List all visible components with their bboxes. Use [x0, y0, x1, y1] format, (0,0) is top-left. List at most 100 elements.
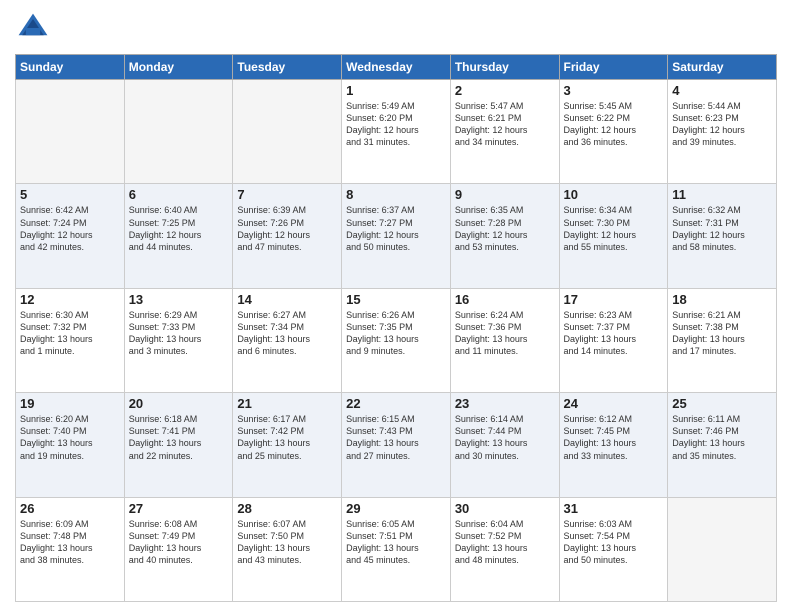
week-row-5: 26 Sunrise: 6:09 AM Sunset: 7:48 PM Dayli…	[16, 497, 777, 601]
weekday-sunday: Sunday	[16, 55, 125, 80]
day-number: 16	[455, 292, 555, 307]
day-info: Sunrise: 6:35 AM Sunset: 7:28 PM Dayligh…	[455, 204, 555, 253]
day-cell: 12 Sunrise: 6:30 AM Sunset: 7:32 PM Dayli…	[16, 288, 125, 392]
day-cell: 4 Sunrise: 5:44 AM Sunset: 6:23 PM Daylig…	[668, 80, 777, 184]
weekday-wednesday: Wednesday	[342, 55, 451, 80]
day-number: 8	[346, 187, 446, 202]
logo-icon	[15, 10, 51, 46]
day-number: 17	[564, 292, 664, 307]
day-number: 24	[564, 396, 664, 411]
day-number: 14	[237, 292, 337, 307]
day-info: Sunrise: 6:20 AM Sunset: 7:40 PM Dayligh…	[20, 413, 120, 462]
day-info: Sunrise: 6:03 AM Sunset: 7:54 PM Dayligh…	[564, 518, 664, 567]
logo	[15, 10, 55, 46]
day-info: Sunrise: 6:27 AM Sunset: 7:34 PM Dayligh…	[237, 309, 337, 358]
day-cell: 24 Sunrise: 6:12 AM Sunset: 7:45 PM Dayli…	[559, 393, 668, 497]
day-number: 28	[237, 501, 337, 516]
week-row-2: 5 Sunrise: 6:42 AM Sunset: 7:24 PM Daylig…	[16, 184, 777, 288]
weekday-monday: Monday	[124, 55, 233, 80]
day-info: Sunrise: 6:18 AM Sunset: 7:41 PM Dayligh…	[129, 413, 229, 462]
day-cell: 14 Sunrise: 6:27 AM Sunset: 7:34 PM Dayli…	[233, 288, 342, 392]
day-cell: 10 Sunrise: 6:34 AM Sunset: 7:30 PM Dayli…	[559, 184, 668, 288]
day-cell: 21 Sunrise: 6:17 AM Sunset: 7:42 PM Dayli…	[233, 393, 342, 497]
day-info: Sunrise: 6:15 AM Sunset: 7:43 PM Dayligh…	[346, 413, 446, 462]
day-cell: 26 Sunrise: 6:09 AM Sunset: 7:48 PM Dayli…	[16, 497, 125, 601]
day-number: 10	[564, 187, 664, 202]
page: SundayMondayTuesdayWednesdayThursdayFrid…	[0, 0, 792, 612]
day-cell: 19 Sunrise: 6:20 AM Sunset: 7:40 PM Dayli…	[16, 393, 125, 497]
day-cell: 29Sunrise: 6:05 AM Sunset: 7:51 PM Dayli…	[342, 497, 451, 601]
weekday-tuesday: Tuesday	[233, 55, 342, 80]
day-info: Sunrise: 6:39 AM Sunset: 7:26 PM Dayligh…	[237, 204, 337, 253]
day-number: 2	[455, 83, 555, 98]
day-number: 19	[20, 396, 120, 411]
day-number: 3	[564, 83, 664, 98]
day-number: 11	[672, 187, 772, 202]
day-info: Sunrise: 6:29 AM Sunset: 7:33 PM Dayligh…	[129, 309, 229, 358]
day-cell: 25 Sunrise: 6:11 AM Sunset: 7:46 PM Dayli…	[668, 393, 777, 497]
day-number: 26	[20, 501, 120, 516]
day-number: 27	[129, 501, 229, 516]
day-cell: 28 Sunrise: 6:07 AM Sunset: 7:50 PM Dayli…	[233, 497, 342, 601]
day-info: Sunrise: 5:47 AM Sunset: 6:21 PM Dayligh…	[455, 100, 555, 149]
day-number: 30	[455, 501, 555, 516]
day-cell: 9Sunrise: 6:35 AM Sunset: 7:28 PM Daylig…	[450, 184, 559, 288]
day-cell: 16 Sunrise: 6:24 AM Sunset: 7:36 PM Dayli…	[450, 288, 559, 392]
day-number: 13	[129, 292, 229, 307]
day-info: Sunrise: 6:34 AM Sunset: 7:30 PM Dayligh…	[564, 204, 664, 253]
day-number: 21	[237, 396, 337, 411]
day-number: 25	[672, 396, 772, 411]
day-number: 7	[237, 187, 337, 202]
day-info: Sunrise: 5:44 AM Sunset: 6:23 PM Dayligh…	[672, 100, 772, 149]
weekday-saturday: Saturday	[668, 55, 777, 80]
day-cell: 30 Sunrise: 6:04 AM Sunset: 7:52 PM Dayli…	[450, 497, 559, 601]
day-cell	[233, 80, 342, 184]
day-cell: 23Sunrise: 6:14 AM Sunset: 7:44 PM Dayli…	[450, 393, 559, 497]
day-number: 20	[129, 396, 229, 411]
day-number: 31	[564, 501, 664, 516]
day-number: 12	[20, 292, 120, 307]
day-number: 6	[129, 187, 229, 202]
day-info: Sunrise: 6:26 AM Sunset: 7:35 PM Dayligh…	[346, 309, 446, 358]
day-info: Sunrise: 6:08 AM Sunset: 7:49 PM Dayligh…	[129, 518, 229, 567]
day-number: 15	[346, 292, 446, 307]
weekday-friday: Friday	[559, 55, 668, 80]
calendar: SundayMondayTuesdayWednesdayThursdayFrid…	[15, 54, 777, 602]
day-cell: 27 Sunrise: 6:08 AM Sunset: 7:49 PM Dayli…	[124, 497, 233, 601]
day-info: Sunrise: 6:12 AM Sunset: 7:45 PM Dayligh…	[564, 413, 664, 462]
day-info: Sunrise: 6:21 AM Sunset: 7:38 PM Dayligh…	[672, 309, 772, 358]
day-cell: 22 Sunrise: 6:15 AM Sunset: 7:43 PM Dayli…	[342, 393, 451, 497]
day-number: 22	[346, 396, 446, 411]
day-info: Sunrise: 6:04 AM Sunset: 7:52 PM Dayligh…	[455, 518, 555, 567]
day-info: Sunrise: 6:07 AM Sunset: 7:50 PM Dayligh…	[237, 518, 337, 567]
day-number: 5	[20, 187, 120, 202]
header	[15, 10, 777, 46]
day-cell	[668, 497, 777, 601]
day-info: Sunrise: 6:11 AM Sunset: 7:46 PM Dayligh…	[672, 413, 772, 462]
day-cell: 11 Sunrise: 6:32 AM Sunset: 7:31 PM Dayli…	[668, 184, 777, 288]
day-info: Sunrise: 5:49 AM Sunset: 6:20 PM Dayligh…	[346, 100, 446, 149]
day-info: Sunrise: 6:17 AM Sunset: 7:42 PM Dayligh…	[237, 413, 337, 462]
day-info: Sunrise: 5:45 AM Sunset: 6:22 PM Dayligh…	[564, 100, 664, 149]
week-row-1: 1Sunrise: 5:49 AM Sunset: 6:20 PM Daylig…	[16, 80, 777, 184]
day-info: Sunrise: 6:37 AM Sunset: 7:27 PM Dayligh…	[346, 204, 446, 253]
day-cell: 17 Sunrise: 6:23 AM Sunset: 7:37 PM Dayli…	[559, 288, 668, 392]
day-number: 4	[672, 83, 772, 98]
day-cell: 31 Sunrise: 6:03 AM Sunset: 7:54 PM Dayli…	[559, 497, 668, 601]
day-info: Sunrise: 6:32 AM Sunset: 7:31 PM Dayligh…	[672, 204, 772, 253]
day-info: Sunrise: 6:30 AM Sunset: 7:32 PM Dayligh…	[20, 309, 120, 358]
weekday-header-row: SundayMondayTuesdayWednesdayThursdayFrid…	[16, 55, 777, 80]
week-row-3: 12 Sunrise: 6:30 AM Sunset: 7:32 PM Dayli…	[16, 288, 777, 392]
day-cell	[124, 80, 233, 184]
week-row-4: 19 Sunrise: 6:20 AM Sunset: 7:40 PM Dayli…	[16, 393, 777, 497]
day-cell	[16, 80, 125, 184]
day-number: 29	[346, 501, 446, 516]
weekday-thursday: Thursday	[450, 55, 559, 80]
day-cell: 13 Sunrise: 6:29 AM Sunset: 7:33 PM Dayli…	[124, 288, 233, 392]
day-info: Sunrise: 6:09 AM Sunset: 7:48 PM Dayligh…	[20, 518, 120, 567]
day-cell: 7 Sunrise: 6:39 AM Sunset: 7:26 PM Daylig…	[233, 184, 342, 288]
day-info: Sunrise: 6:42 AM Sunset: 7:24 PM Dayligh…	[20, 204, 120, 253]
day-info: Sunrise: 6:24 AM Sunset: 7:36 PM Dayligh…	[455, 309, 555, 358]
day-info: Sunrise: 6:23 AM Sunset: 7:37 PM Dayligh…	[564, 309, 664, 358]
day-info: Sunrise: 6:40 AM Sunset: 7:25 PM Dayligh…	[129, 204, 229, 253]
